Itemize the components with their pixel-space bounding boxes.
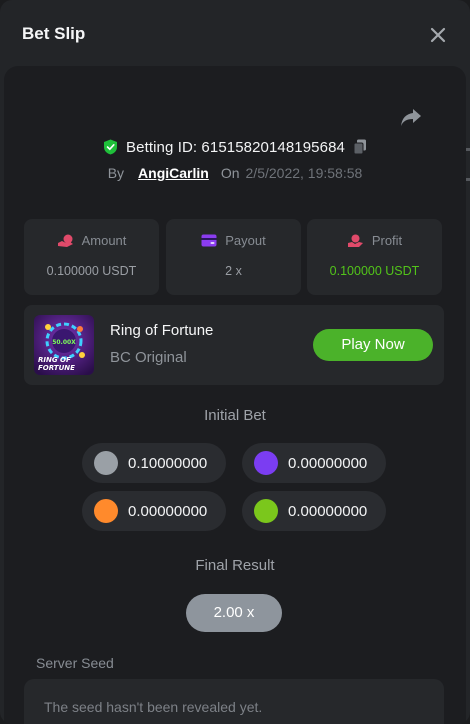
payout-card: Payout 2 x: [166, 219, 301, 295]
coin-icon: [94, 451, 118, 475]
bet-chip: 0.00000000: [242, 443, 386, 483]
bet-slip-modal: Bet Slip Betting ID: 61515820148195684 B…: [0, 0, 470, 724]
bet-chip: 0.00000000: [82, 491, 226, 531]
money-hand-icon: [347, 234, 363, 247]
bet-datetime: 2/5/2022, 19:58:58: [245, 165, 363, 181]
server-seed-box: The seed hasn't been revealed yet.: [24, 679, 444, 724]
server-seed-label: Server Seed: [36, 655, 114, 671]
by-label: By: [107, 165, 125, 181]
thumb-text-2: FORTUNE: [38, 364, 75, 372]
thumb-text-1: RING OF: [38, 356, 71, 364]
payout-value: 2 x: [225, 264, 242, 278]
final-result-badge: 2.00 x: [186, 594, 282, 632]
wallet-card-icon: [201, 234, 217, 247]
verified-shield-icon: [104, 139, 118, 155]
modal-title: Bet Slip: [22, 24, 86, 43]
bet-chip: 0.00000000: [242, 491, 386, 531]
chip-value: 0.00000000: [128, 502, 208, 520]
initial-bet-title: Initial Bet: [204, 407, 266, 424]
game-thumbnail[interactable]: 50.00X RING OF FORTUNE: [34, 315, 94, 375]
bet-chip: 0.10000000: [82, 443, 226, 483]
coin-icon: [254, 451, 278, 475]
coin-icon: [94, 499, 118, 523]
bet-author-row: By AngiCarlin On 2/5/2022, 19:58:58: [0, 163, 470, 183]
close-icon[interactable]: [428, 25, 448, 45]
betting-id-row: Betting ID: 61515820148195684: [0, 137, 470, 157]
amount-value: 0.100000 USDT: [46, 264, 137, 278]
share-icon[interactable]: [400, 107, 422, 127]
chip-value: 0.00000000: [288, 454, 368, 472]
profit-value: 0.100000 USDT: [329, 264, 420, 278]
play-now-button[interactable]: Play Now: [313, 329, 433, 361]
chip-value: 0.00000000: [288, 502, 368, 520]
modal-header: Bet Slip: [0, 0, 470, 68]
server-seed-text: The seed hasn't been revealed yet.: [44, 699, 263, 715]
profit-card: Profit 0.100000 USDT: [307, 219, 442, 295]
game-card: 50.00X RING OF FORTUNE Ring of Fortune B…: [24, 305, 444, 385]
payout-label: Payout: [225, 233, 266, 248]
game-category: BC Original: [110, 349, 187, 366]
username-link[interactable]: AngiCarlin: [138, 165, 209, 181]
amount-label: Amount: [81, 233, 127, 248]
thumb-multiplier: 50.00X: [52, 339, 76, 346]
betting-id: Betting ID: 61515820148195684: [126, 138, 345, 156]
amount-card: Amount 0.100000 USDT: [24, 219, 159, 295]
on-label: On: [220, 165, 240, 181]
coins-hand-icon: [57, 234, 73, 247]
final-result-title: Final Result: [195, 557, 275, 574]
profit-label: Profit: [371, 233, 403, 248]
copy-icon[interactable]: [353, 139, 367, 155]
game-name[interactable]: Ring of Fortune: [110, 322, 213, 339]
coin-icon: [254, 499, 278, 523]
chip-value: 0.10000000: [128, 454, 208, 472]
